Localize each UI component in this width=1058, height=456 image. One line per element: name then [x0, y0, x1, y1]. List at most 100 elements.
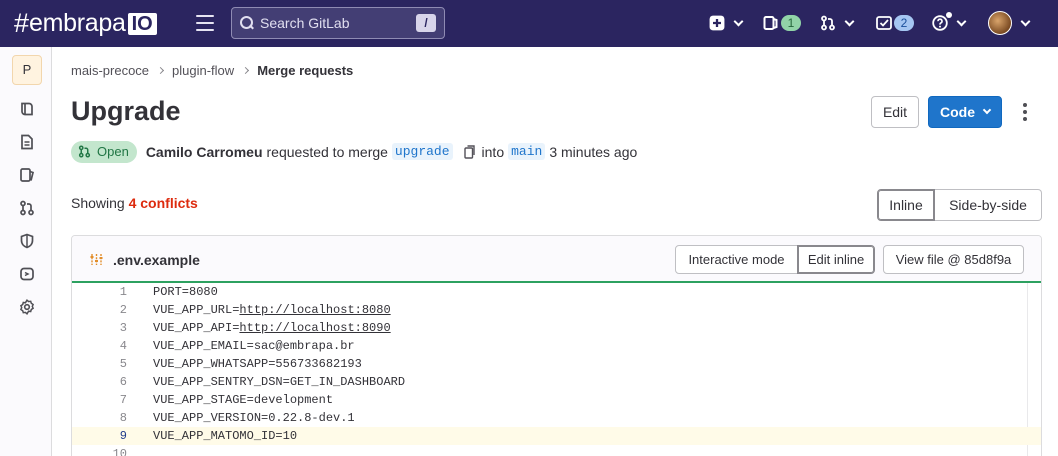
- file-header: .env.example Interactive mode Edit inlin…: [72, 236, 1041, 283]
- view-file-button[interactable]: View file @ 85d8f9a: [883, 245, 1024, 274]
- search-icon: [240, 16, 254, 30]
- line-number: 3: [119, 321, 127, 335]
- code-line[interactable]: 7 VUE_APP_STAGE=development: [72, 391, 1041, 409]
- project-avatar[interactable]: P: [12, 55, 42, 85]
- line-text: VUE_APP_WHATSAPP=556733682193: [153, 357, 362, 371]
- code-line[interactable]: 1 PORT=8080: [72, 283, 1041, 301]
- code-line[interactable]: 3 VUE_APP_API=http://localhost:8090: [72, 319, 1041, 337]
- inline-view-button[interactable]: Inline: [877, 189, 935, 221]
- breadcrumb-merge-requests[interactable]: Merge requests: [257, 63, 353, 78]
- copy-icon[interactable]: [463, 144, 476, 159]
- target-branch[interactable]: main: [508, 143, 546, 160]
- issues-icon: [763, 16, 778, 30]
- code-button-label: Code: [940, 104, 975, 120]
- deploy-icon[interactable]: [19, 266, 35, 282]
- line-number: 5: [119, 357, 127, 371]
- line-number: 8: [119, 411, 127, 425]
- line-text: VUE_APP_SENTRY_DSN=GET_IN_DASHBOARD: [153, 375, 406, 389]
- line-number: 7: [119, 393, 127, 407]
- line-url[interactable]: http://localhost:8080: [239, 303, 390, 317]
- line-content: VUE_APP_URL=http://localhost:8080: [153, 303, 391, 317]
- author-link[interactable]: Camilo Carromeu: [146, 144, 263, 160]
- line-text: VUE_APP_STAGE=development: [153, 393, 334, 407]
- merge-request-open-icon: [78, 145, 91, 158]
- line-content: VUE_APP_EMAIL=sac@embrapa.br: [153, 339, 355, 353]
- code-editor[interactable]: 1 PORT=8080 2 VUE_APP_URL=http://localhost:…: [72, 283, 1041, 456]
- line-content: VUE_APP_STAGE=development: [153, 393, 333, 407]
- code-line[interactable]: 8 VUE_APP_VERSION=0.22.8-dev.1: [72, 409, 1041, 427]
- help-icon: [932, 15, 948, 31]
- issues-count-badge: 1: [781, 15, 801, 31]
- merge-requests-nav-button[interactable]: [820, 13, 855, 33]
- settings-icon[interactable]: [19, 299, 35, 315]
- logo-badge: IO: [127, 12, 157, 35]
- book-icon[interactable]: [19, 101, 35, 117]
- plus-square-icon: [709, 15, 725, 31]
- user-avatar: [988, 11, 1012, 35]
- conflict-file-panel: .env.example Interactive mode Edit inlin…: [71, 235, 1042, 456]
- line-number: 1: [119, 285, 127, 299]
- line-text: VUE_APP_URL=: [153, 303, 240, 317]
- line-number: 10: [112, 447, 127, 456]
- line-content: VUE_APP_API=http://localhost:8090: [153, 321, 391, 335]
- line-text: PORT=8080: [153, 285, 218, 299]
- into-text: into: [481, 143, 505, 160]
- settings-file-icon: [90, 254, 103, 265]
- showing-label: Showing: [71, 195, 125, 211]
- conflicts-summary: Showing 4 conflicts: [71, 195, 198, 211]
- left-sidebar: P: [0, 47, 52, 456]
- issues-icon[interactable]: [19, 167, 35, 183]
- code-line[interactable]: 5 VUE_APP_WHATSAPP=556733682193: [72, 355, 1041, 373]
- chevron-down-icon: [982, 105, 992, 115]
- edit-button[interactable]: Edit: [871, 96, 919, 128]
- interactive-mode-button[interactable]: Interactive mode: [675, 245, 798, 274]
- line-text: VUE_APP_API=: [153, 321, 240, 335]
- gitlab-logo[interactable]: # embrapa IO: [14, 10, 157, 37]
- time-ago: 3 minutes ago: [549, 143, 638, 160]
- mr-meta: Open Camilo Carromeu requested to merge …: [71, 140, 637, 163]
- line-text: VUE_APP_MATOMO_ID=10: [153, 429, 298, 443]
- line-number: 9: [119, 429, 127, 443]
- help-notification-dot: [946, 12, 952, 18]
- edit-inline-button[interactable]: Edit inline: [797, 245, 875, 274]
- breadcrumb-project[interactable]: plugin-flow: [172, 63, 234, 78]
- shield-icon[interactable]: [19, 233, 35, 249]
- line-number: 6: [119, 375, 127, 389]
- todo-icon: [876, 16, 892, 30]
- todos-nav-button[interactable]: 2: [876, 13, 914, 33]
- line-url[interactable]: http://localhost:8090: [239, 321, 390, 335]
- status-label: Open: [97, 144, 129, 159]
- code-dropdown-button[interactable]: Code: [928, 96, 1002, 128]
- search-input[interactable]: Search GitLab /: [231, 7, 445, 39]
- code-line[interactable]: 2 VUE_APP_URL=http://localhost:8080: [72, 301, 1041, 319]
- file-name: .env.example: [113, 252, 200, 268]
- line-number: 2: [119, 303, 127, 317]
- view-toggle: Inline Side-by-side: [877, 189, 1042, 221]
- requested-text: requested to merge: [266, 143, 388, 160]
- line-content: VUE_APP_WHATSAPP=556733682193: [153, 357, 362, 371]
- menu-icon[interactable]: [196, 15, 214, 31]
- issues-nav-button[interactable]: 1: [763, 13, 801, 33]
- todos-count-badge: 2: [894, 15, 914, 31]
- doc-icon[interactable]: [19, 134, 35, 150]
- top-bar: # embrapa IO Search GitLab / 1 2: [0, 0, 1058, 47]
- more-actions-icon[interactable]: [1023, 103, 1027, 121]
- line-text: VUE_APP_EMAIL=sac@embrapa.br: [153, 339, 355, 353]
- create-new-button[interactable]: [709, 13, 744, 33]
- status-badge: Open: [71, 140, 137, 163]
- logo-text: embrapa: [29, 9, 126, 37]
- user-menu-button[interactable]: [988, 11, 1031, 35]
- line-content: VUE_APP_MATOMO_ID=10: [153, 429, 297, 443]
- logo-hash: #: [14, 8, 30, 38]
- source-branch[interactable]: upgrade: [391, 143, 453, 160]
- code-line[interactable]: 4 VUE_APP_EMAIL=sac@embrapa.br: [72, 337, 1041, 355]
- code-line[interactable]: 6 VUE_APP_SENTRY_DSN=GET_IN_DASHBOARD: [72, 373, 1041, 391]
- breadcrumb-group[interactable]: mais-precoce: [71, 63, 149, 78]
- code-line[interactable]: 10: [72, 445, 1041, 456]
- line-content: VUE_APP_VERSION=0.22.8-dev.1: [153, 411, 355, 425]
- page-title: Upgrade: [71, 96, 181, 126]
- side-by-side-view-button[interactable]: Side-by-side: [935, 189, 1042, 221]
- conflict-count: 4 conflicts: [128, 195, 198, 211]
- code-line[interactable]: 9 VUE_APP_MATOMO_ID=10: [72, 427, 1041, 445]
- merge-request-icon[interactable]: [19, 200, 35, 216]
